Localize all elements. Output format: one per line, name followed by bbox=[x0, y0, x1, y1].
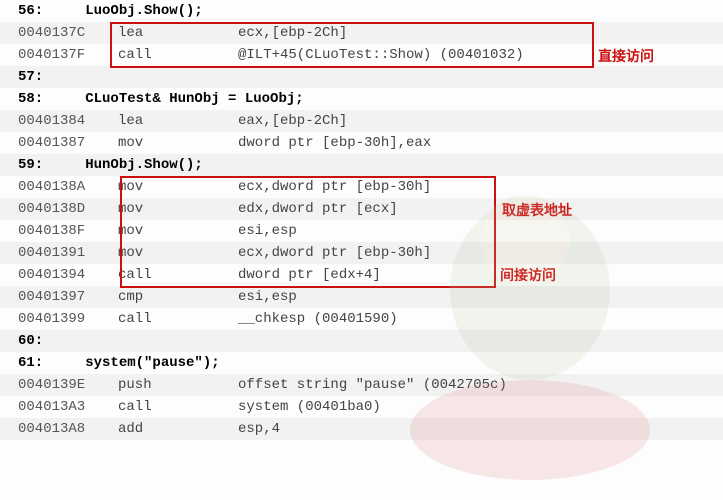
source-text: 56: LuoObj.Show(); bbox=[18, 3, 203, 19]
operands: esi,esp bbox=[238, 223, 297, 239]
operands: dword ptr [edx+4] bbox=[238, 267, 381, 283]
source-line: 56: LuoObj.Show(); bbox=[0, 0, 723, 22]
operands: ecx,[ebp-2Ch] bbox=[238, 25, 347, 41]
operands: esp,4 bbox=[238, 421, 280, 437]
asm-line: 00401387movdword ptr [ebp-30h],eax bbox=[0, 132, 723, 154]
source-line: 60: bbox=[0, 330, 723, 352]
operands: dword ptr [ebp-30h],eax bbox=[238, 135, 431, 151]
asm-line: 00401384leaeax,[ebp-2Ch] bbox=[0, 110, 723, 132]
opcode: mov bbox=[118, 179, 238, 195]
opcode: mov bbox=[118, 135, 238, 151]
asm-line: 00401399call__chkesp (00401590) bbox=[0, 308, 723, 330]
source-line: 61: system("pause"); bbox=[0, 352, 723, 374]
asm-line: 0040139Epushoffset string "pause" (00427… bbox=[0, 374, 723, 396]
operands: edx,dword ptr [ecx] bbox=[238, 201, 398, 217]
operands: offset string "pause" (0042705c) bbox=[238, 377, 507, 393]
operands: ecx,dword ptr [ebp-30h] bbox=[238, 245, 431, 261]
address: 00401399 bbox=[18, 311, 118, 327]
opcode: call bbox=[118, 399, 238, 415]
opcode: push bbox=[118, 377, 238, 393]
source-text: 59: HunObj.Show(); bbox=[18, 157, 203, 173]
address: 00401397 bbox=[18, 289, 118, 305]
address: 004013A8 bbox=[18, 421, 118, 437]
address: 0040139E bbox=[18, 377, 118, 393]
address: 004013A3 bbox=[18, 399, 118, 415]
source-text: 57: bbox=[18, 69, 43, 85]
address: 0040137F bbox=[18, 47, 118, 63]
operands: system (00401ba0) bbox=[238, 399, 381, 415]
source-line: 59: HunObj.Show(); bbox=[0, 154, 723, 176]
operands: esi,esp bbox=[238, 289, 297, 305]
opcode: mov bbox=[118, 245, 238, 261]
source-text: 60: bbox=[18, 333, 43, 349]
source-line: 58: CLuoTest& HunObj = LuoObj; bbox=[0, 88, 723, 110]
asm-line: 00401391movecx,dword ptr [ebp-30h] bbox=[0, 242, 723, 264]
opcode: add bbox=[118, 421, 238, 437]
address: 0040138A bbox=[18, 179, 118, 195]
asm-line: 0040138Dmovedx,dword ptr [ecx] bbox=[0, 198, 723, 220]
operands: ecx,dword ptr [ebp-30h] bbox=[238, 179, 431, 195]
source-text: 61: system("pause"); bbox=[18, 355, 220, 371]
address: 00401394 bbox=[18, 267, 118, 283]
annotation-direct-access: 直接访问 bbox=[598, 46, 654, 66]
disassembly-listing: 56: LuoObj.Show();0040137Cleaecx,[ebp-2C… bbox=[0, 0, 723, 440]
operands: eax,[ebp-2Ch] bbox=[238, 113, 347, 129]
address: 00401387 bbox=[18, 135, 118, 151]
address: 0040138F bbox=[18, 223, 118, 239]
source-text: 58: CLuoTest& HunObj = LuoObj; bbox=[18, 91, 304, 107]
source-line: 57: bbox=[0, 66, 723, 88]
opcode: mov bbox=[118, 223, 238, 239]
asm-line: 004013A8addesp,4 bbox=[0, 418, 723, 440]
address: 0040137C bbox=[18, 25, 118, 41]
asm-line: 0040137Cleaecx,[ebp-2Ch] bbox=[0, 22, 723, 44]
asm-line: 00401397cmpesi,esp bbox=[0, 286, 723, 308]
asm-line: 0040138Fmovesi,esp bbox=[0, 220, 723, 242]
opcode: lea bbox=[118, 25, 238, 41]
opcode: mov bbox=[118, 201, 238, 217]
asm-line: 00401394calldword ptr [edx+4] bbox=[0, 264, 723, 286]
opcode: cmp bbox=[118, 289, 238, 305]
opcode: call bbox=[118, 267, 238, 283]
annotation-indirect-access: 间接访问 bbox=[500, 265, 556, 285]
opcode: lea bbox=[118, 113, 238, 129]
address: 0040138D bbox=[18, 201, 118, 217]
annotation-vtable-fetch: 取虚表地址 bbox=[502, 200, 572, 220]
address: 00401384 bbox=[18, 113, 118, 129]
asm-line: 004013A3callsystem (00401ba0) bbox=[0, 396, 723, 418]
operands: __chkesp (00401590) bbox=[238, 311, 398, 327]
opcode: call bbox=[118, 311, 238, 327]
asm-line: 0040138Amovecx,dword ptr [ebp-30h] bbox=[0, 176, 723, 198]
address: 00401391 bbox=[18, 245, 118, 261]
opcode: call bbox=[118, 47, 238, 63]
operands: @ILT+45(CLuoTest::Show) (00401032) bbox=[238, 47, 524, 63]
